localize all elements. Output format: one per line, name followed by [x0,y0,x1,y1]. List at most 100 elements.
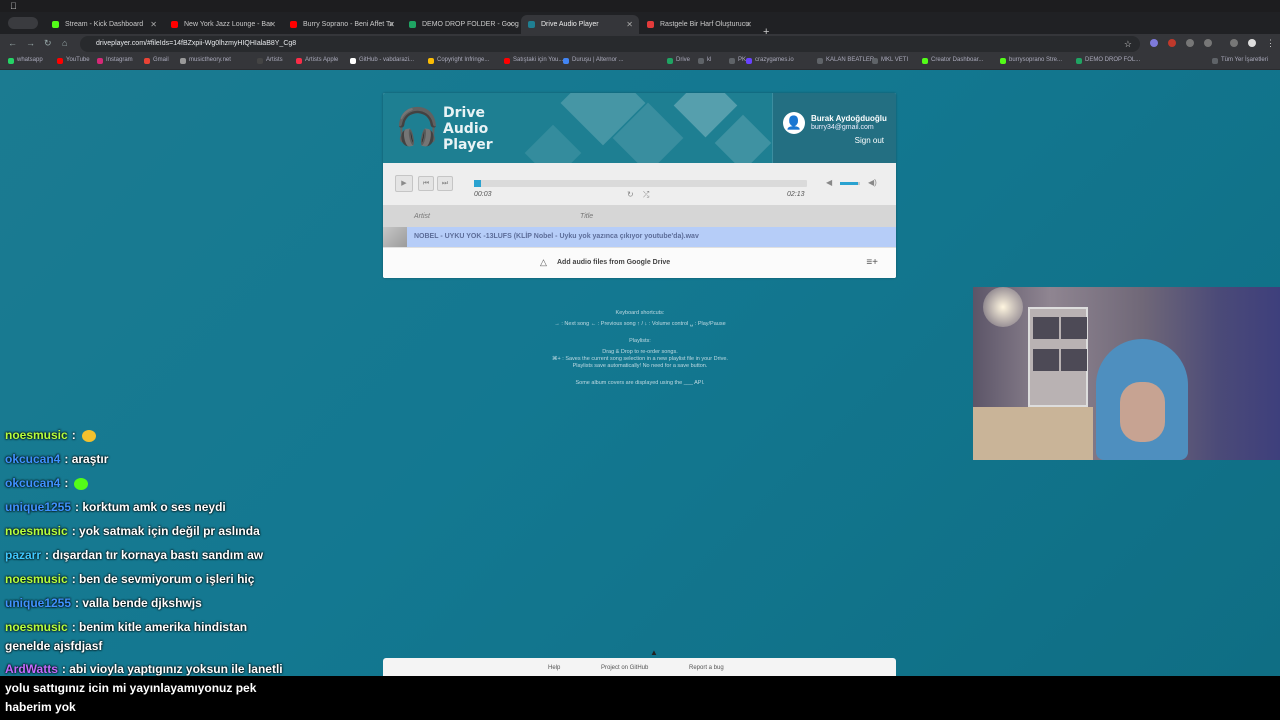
chat-username[interactable]: pazarr [5,548,41,562]
tab-2[interactable]: Burry Soprano - Beni Affet Ta ✕ [283,15,401,34]
user-email: burry34@gmail.com [811,124,874,131]
browser-toolbar: ← → ↻ ⌂ driveplayer.com/#fileIds=14fBZxp… [0,34,1280,54]
avatar: 👤 [783,112,805,134]
bookmark-favicon-icon [563,58,569,64]
bookmark-item[interactable]: Duruşu | Alternor ... [563,57,624,64]
bookmark-item[interactable]: Artists Apple [296,57,338,64]
chat-username[interactable]: okcucan4 [5,452,60,466]
report-bug-link[interactable]: Report a bug [689,665,724,671]
chat-username[interactable]: noesmusic [5,572,68,586]
reload-icon[interactable]: ↻ [44,38,52,49]
table-row[interactable]: NOBEL - UYKU YOK -13LUFS (KLİP Nobel - U… [383,227,896,247]
tab-3[interactable]: DEMO DROP FOLDER - Goog ✕ [402,15,520,34]
bookmark-item[interactable]: YouTube [57,57,90,64]
chat-message: okcucan4: araştır [5,450,290,469]
bookmark-favicon-icon [57,58,63,64]
close-tab-icon[interactable]: ✕ [507,15,514,34]
sidepanel-icon[interactable] [1230,39,1238,47]
user-name: Burak Aydoğduoğlu [811,114,887,123]
extension-icon[interactable] [1150,39,1158,47]
profile-avatar[interactable] [1248,39,1256,47]
chat-message: unique1255: korktum amk o ses neydi [5,498,290,517]
chat-text: : valla bende djkshwjs [75,596,202,610]
bookmark-item[interactable]: musictheory.net [180,57,231,64]
chat-username[interactable]: noesmusic [5,620,68,634]
bookmark-item[interactable]: whatsapp [8,57,43,64]
bookmark-favicon-icon [922,58,928,64]
column-title[interactable]: Title [580,213,593,220]
bookmark-item[interactable]: Satıştaki için You... [504,57,563,64]
bookmark-item[interactable]: Drive [667,57,690,64]
chat-message: pazarr: dışardan tır kornaya bastı sandı… [5,546,290,565]
home-icon[interactable]: ⌂ [62,38,67,48]
chat-username[interactable]: ArdWatts [5,662,58,676]
chat-username[interactable]: unique1255 [5,596,71,610]
apple-icon[interactable]:  [10,1,17,11]
tab-1[interactable]: New York Jazz Lounge - Bar ✕ [164,15,282,34]
extension-icon[interactable] [1168,39,1176,47]
bookmark-item[interactable]: MKL VETI [872,57,908,64]
bookmark-star-icon[interactable]: ☆ [1124,36,1132,52]
extension-icon[interactable] [1186,39,1194,47]
back-icon[interactable]: ← [8,38,17,48]
extensions-puzzle-icon[interactable] [1204,39,1212,47]
forward-icon[interactable]: → [26,38,35,48]
bookmark-item[interactable]: burrysoprano Stre... [1000,57,1062,64]
chat-username[interactable]: okcucan4 [5,476,60,490]
help-link[interactable]: Help [548,665,560,671]
bookmark-item[interactable]: DEMO DROP FOL... [1076,57,1140,64]
bookmark-item[interactable]: Creator Dashboar... [922,57,983,64]
close-tab-icon[interactable]: ✕ [626,15,633,34]
bookmark-item[interactable]: KALAN BEATLER [817,57,874,64]
menu-dots-icon[interactable]: ⋮ [1266,38,1275,49]
tab-4[interactable]: Drive Audio Player ✕ [521,15,639,34]
add-files-bar: △ Add audio files from Google Drive ≡+ [383,247,896,278]
bookmark-item[interactable]: crazygames.io [746,57,794,64]
chat-username[interactable]: noesmusic [5,428,68,442]
bookmark-item[interactable]: PK [729,57,746,64]
tab-favicon-icon [528,21,535,28]
chat-message: unique1255 : valla bende djkshwjs [5,594,290,613]
chat-username[interactable]: noesmusic [5,524,68,538]
chat-message: noesmusic: ben de sevmiyorum o işleri hi… [5,570,290,589]
mute-icon[interactable]: ◀ [826,178,832,187]
tab-search-pill[interactable] [8,17,38,29]
bookmark-favicon-icon [257,58,263,64]
shuffle-icon[interactable]: ⤮ [643,190,649,200]
repeat-icon[interactable]: ↻ [627,190,634,199]
bookmark-item[interactable]: Instagram [97,57,133,64]
progress-fill [474,180,481,187]
volume-max-icon[interactable]: ◀) [868,178,877,187]
volume-slider[interactable] [840,182,860,185]
bookmark-favicon-icon [8,58,14,64]
sign-out-link[interactable]: Sign out [855,136,884,145]
github-link[interactable]: Project on GitHub [601,665,648,671]
bookmark-item[interactable]: Gmail [144,57,169,64]
close-tab-icon[interactable]: ✕ [269,15,276,34]
tab-label: Burry Soprano - Beni Affet Ta [303,21,394,28]
tab-5[interactable]: Rastgele Bir Harf Oluşturucu ✕ [640,15,758,34]
progress-bar[interactable] [474,180,807,187]
bookmark-item[interactable]: Copyright Infringe... [428,57,489,64]
bookmark-item[interactable]: Tüm Yer İşaretleri [1212,57,1268,64]
tab-strip: Stream - Kick Dashboard ✕ New York Jazz Lo… [0,12,1280,38]
chat-username[interactable]: unique1255 [5,500,71,514]
bookmark-item[interactable]: Artists [257,57,283,64]
bookmark-label: Artists [266,57,283,63]
column-artist[interactable]: Artist [414,213,430,220]
address-bar[interactable]: driveplayer.com/#fileIds=14fBZxpii-Wg0lh… [80,36,1140,52]
bookmark-item[interactable]: GitHub - vabdarazi... [350,57,414,64]
close-tab-icon[interactable]: ✕ [150,15,157,34]
play-button[interactable]: ▶ [395,175,413,192]
close-tab-icon[interactable]: ✕ [388,15,395,34]
add-files-button[interactable]: Add audio files from Google Drive [557,259,670,266]
bookmark-favicon-icon [872,58,878,64]
chat-text: : [64,476,69,490]
tab-0[interactable]: Stream - Kick Dashboard ✕ [45,15,163,34]
google-drive-icon[interactable]: △ [540,257,547,268]
bookmark-item[interactable]: kl [698,57,711,64]
playlist-add-icon[interactable]: ≡+ [866,257,878,268]
close-tab-icon[interactable]: ✕ [745,15,752,34]
previous-button[interactable]: ⏮ [418,176,434,191]
next-button[interactable]: ⏭ [437,176,453,191]
